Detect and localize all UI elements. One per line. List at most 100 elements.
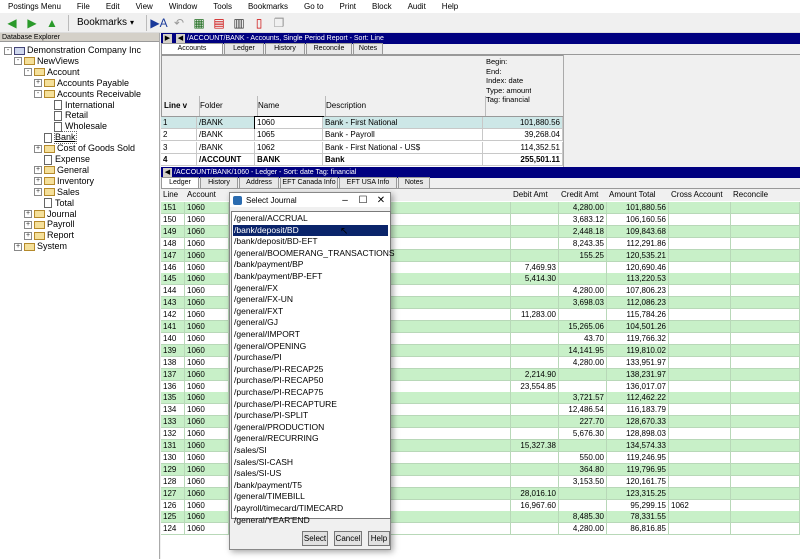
ledger-column-header[interactable]: Cross Account bbox=[671, 189, 733, 201]
menu-item[interactable]: Bookmarks bbox=[240, 0, 296, 13]
tab-ledger[interactable]: Ledger bbox=[161, 177, 199, 188]
collapse-icon[interactable]: - bbox=[24, 68, 32, 77]
tab-address[interactable]: Address bbox=[239, 177, 279, 188]
journal-list-item[interactable]: /general/IMPORT bbox=[233, 329, 388, 341]
minimize-icon[interactable]: – bbox=[336, 195, 354, 206]
tree-node[interactable]: Wholesale bbox=[44, 121, 107, 132]
help-button[interactable]: Help bbox=[368, 531, 390, 546]
tab-notes[interactable]: Notes bbox=[353, 43, 383, 54]
journal-list-item[interactable]: /general/FX-UN bbox=[233, 294, 388, 306]
tab-history[interactable]: History bbox=[265, 43, 305, 54]
journal-list-item[interactable]: /general/OPENING bbox=[233, 341, 388, 353]
menu-item[interactable]: View bbox=[128, 0, 161, 13]
tree-node[interactable]: + Accounts Payable bbox=[34, 78, 129, 89]
cursor-select-icon[interactable]: ▶A bbox=[150, 15, 167, 31]
journal-list-item[interactable]: /bank/payment/BP bbox=[233, 259, 388, 271]
tab-notes[interactable]: Notes bbox=[398, 177, 430, 188]
menu-item[interactable]: Block bbox=[364, 0, 400, 13]
expand-icon[interactable]: + bbox=[34, 177, 42, 186]
ledger-column-header[interactable]: Debit Amt bbox=[513, 189, 561, 201]
column-header-description[interactable]: Description bbox=[326, 96, 486, 116]
journal-list-item[interactable]: /bank/payment/T5 bbox=[233, 480, 388, 492]
menu-item[interactable]: File bbox=[69, 0, 98, 13]
menu-item[interactable]: Window bbox=[161, 0, 205, 13]
journal-list-item[interactable]: /purchase/PI-RECAP50 bbox=[233, 375, 388, 387]
expand-icon[interactable]: + bbox=[34, 166, 42, 175]
journal-list-item[interactable]: /general/YEAR'END bbox=[233, 515, 388, 527]
maximize-icon[interactable]: ☐ bbox=[354, 195, 372, 206]
tree-node[interactable]: + Journal bbox=[24, 209, 77, 220]
forward-arrow-icon[interactable]: ▶ bbox=[24, 15, 40, 31]
expand-icon[interactable]: + bbox=[34, 79, 42, 88]
journal-list-item[interactable]: /general/FX bbox=[233, 283, 388, 295]
menu-item[interactable]: Postings Menu bbox=[0, 0, 69, 13]
journal-list-item[interactable]: /bank/deposit/BD-EFT bbox=[233, 236, 388, 248]
pane-arrow-icon[interactable]: ◀ bbox=[176, 34, 185, 43]
tree-node[interactable]: + Sales bbox=[34, 187, 80, 198]
menu-item[interactable]: Tools bbox=[205, 0, 240, 13]
tab-ledger[interactable]: Ledger bbox=[224, 43, 264, 54]
collapse-icon[interactable]: - bbox=[4, 46, 12, 55]
journal-list-item[interactable]: /sales/SI-CASH bbox=[233, 457, 388, 469]
select-button[interactable]: Select bbox=[302, 531, 328, 546]
tree-node[interactable]: + Inventory bbox=[34, 176, 94, 187]
pane-arrow-icon[interactable]: ◀ bbox=[163, 168, 172, 177]
collapse-icon[interactable]: - bbox=[14, 57, 22, 66]
collapse-icon[interactable]: - bbox=[34, 90, 42, 99]
tree-node[interactable]: + System bbox=[14, 241, 67, 252]
journal-list-item[interactable]: /general/GJ bbox=[233, 317, 388, 329]
menu-item[interactable]: Edit bbox=[98, 0, 128, 13]
journal-list-item[interactable]: /bank/deposit/BD bbox=[233, 224, 388, 237]
tree-node[interactable]: + Report bbox=[24, 230, 74, 241]
journal-list-item[interactable]: /general/ACCRUAL bbox=[233, 213, 388, 225]
tree-node[interactable]: Retail bbox=[44, 110, 88, 121]
tab-accounts[interactable]: Accounts bbox=[161, 43, 223, 54]
expand-icon[interactable]: + bbox=[24, 220, 32, 229]
tree-node[interactable]: - NewViews bbox=[14, 56, 79, 67]
expand-icon[interactable]: + bbox=[14, 242, 22, 251]
undo-icon[interactable]: ↶ bbox=[171, 15, 187, 31]
ledger-column-header[interactable]: Account bbox=[187, 189, 231, 201]
column-header-folder[interactable]: Folder bbox=[200, 96, 258, 116]
bookmarks-dropdown[interactable]: Bookmarks ▾ bbox=[73, 15, 138, 31]
journal-list-item[interactable]: /payroll/timecard/TIMECARD bbox=[233, 503, 388, 515]
pane-arrow-icon[interactable]: ▶ bbox=[163, 34, 172, 43]
tree-node[interactable]: - Accounts Receivable bbox=[34, 89, 141, 100]
column-header-line[interactable]: Line v bbox=[164, 96, 200, 116]
journal-list-item[interactable]: /general/FXT bbox=[233, 306, 388, 318]
ledger-column-header[interactable]: Credit Amt bbox=[561, 189, 609, 201]
journal-list-item[interactable]: /purchase/PI-RECAP75 bbox=[233, 387, 388, 399]
journal-list-item[interactable]: /general/BOOMERANG_TRANSACTIONS bbox=[233, 248, 395, 260]
tree-node[interactable]: Expense bbox=[34, 154, 90, 165]
up-arrow-icon[interactable]: ▲ bbox=[44, 15, 60, 31]
ledger-column-header[interactable]: Reconcile bbox=[733, 189, 800, 201]
grid-view-icon[interactable]: ▦ bbox=[191, 15, 207, 31]
expand-icon[interactable]: + bbox=[24, 210, 32, 218]
journal-list-item[interactable]: /bank/payment/BP-EFT bbox=[233, 271, 388, 283]
tree-node[interactable]: + General bbox=[34, 165, 89, 176]
column-header-name[interactable]: Name bbox=[258, 96, 326, 116]
close-icon[interactable]: ✕ bbox=[372, 195, 390, 206]
back-arrow-icon[interactable]: ◀ bbox=[4, 15, 20, 31]
copy-icon[interactable]: ❐ bbox=[271, 15, 287, 31]
journal-list-item[interactable]: /purchase/PI-RECAP25 bbox=[233, 364, 388, 376]
journal-list-item[interactable]: /sales/SI-US bbox=[233, 468, 388, 480]
expand-icon[interactable]: + bbox=[34, 188, 42, 197]
journal-list-item[interactable]: /purchase/PI-SPLIT bbox=[233, 410, 388, 422]
expand-icon[interactable]: + bbox=[34, 144, 42, 153]
cancel-button[interactable]: Cancel bbox=[334, 531, 362, 546]
tab-reconcile[interactable]: Reconcile bbox=[306, 43, 352, 54]
menu-item[interactable]: Print bbox=[332, 0, 364, 13]
tree-node[interactable]: International bbox=[44, 100, 115, 111]
ledger-column-header[interactable]: Line bbox=[163, 189, 187, 201]
ledger-column-header[interactable]: Amount Total bbox=[609, 189, 671, 201]
menu-item[interactable]: Go to bbox=[296, 0, 332, 13]
journal-list-item[interactable]: /purchase/PI-RECAPTURE bbox=[233, 399, 388, 411]
menu-item[interactable]: Audit bbox=[400, 0, 434, 13]
tab-eft-usa-info[interactable]: EFT USA Info bbox=[339, 177, 397, 188]
journal-list-item[interactable]: /general/RECURRING bbox=[233, 433, 388, 445]
tree-node[interactable]: Bank bbox=[34, 131, 77, 145]
tab-history[interactable]: History bbox=[200, 177, 238, 188]
delete-row-icon[interactable]: ▤ bbox=[211, 15, 227, 31]
journal-list-item[interactable]: /purchase/PI bbox=[233, 352, 388, 364]
